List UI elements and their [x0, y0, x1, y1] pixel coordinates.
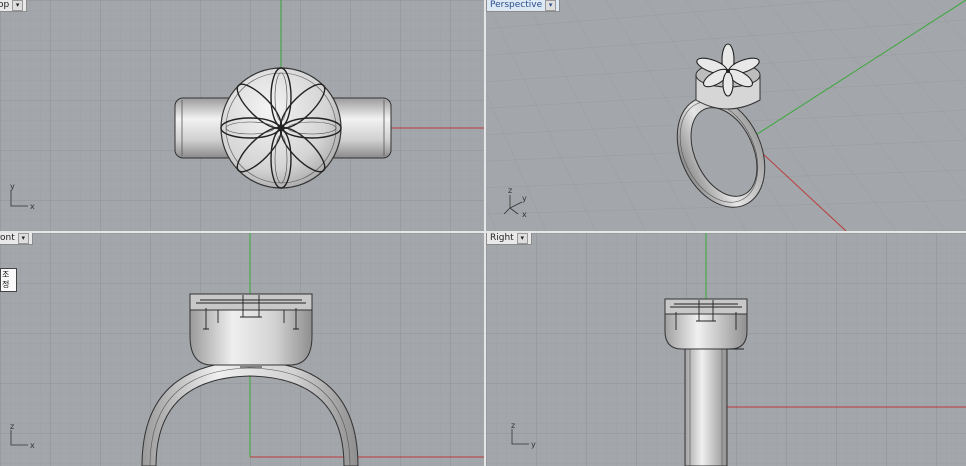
tooltip-popup: 조정 조정 — [0, 268, 17, 292]
viewport-front[interactable]: z x Front▾ — [0, 233, 484, 466]
axis-label-y: y — [10, 182, 15, 191]
viewport-right[interactable]: z y Right ▾ — [486, 233, 966, 466]
axis-label-y: y — [531, 440, 536, 449]
axis-triad-perspective — [503, 195, 523, 215]
axis-label-x: x — [30, 441, 35, 450]
front-view-canvas: z x — [0, 233, 484, 466]
right-view-canvas: z y — [486, 233, 966, 466]
ring-perspective-model — [676, 43, 766, 208]
axis-label-x: x — [30, 202, 35, 211]
top-view-canvas: y x — [0, 0, 484, 231]
perspective-view-canvas: z y x — [486, 0, 966, 231]
axis-label-z: z — [508, 186, 512, 195]
viewport-menu-arrow[interactable]: ▾ — [17, 233, 29, 244]
axis-label-z: z — [10, 422, 14, 431]
viewport-menu-arrow[interactable]: ▾ — [12, 0, 24, 11]
viewport-top[interactable]: y x Top▾ — [0, 0, 484, 231]
viewport-title-front[interactable]: Front▾ — [0, 233, 33, 245]
viewport-perspective[interactable]: z y x Perspective ▾ — [486, 0, 966, 231]
viewport-title-perspective[interactable]: Perspective ▾ — [486, 0, 561, 12]
viewport-title-top[interactable]: Top▾ — [0, 0, 28, 12]
axis-label-z: z — [511, 421, 515, 430]
axis-label-x: x — [522, 210, 527, 219]
viewport-title-right[interactable]: Right ▾ — [486, 233, 532, 245]
axis-label-y: y — [522, 194, 527, 203]
viewport-menu-arrow[interactable]: ▾ — [516, 233, 528, 244]
y-axis-line — [747, 0, 966, 141]
viewport-menu-arrow[interactable]: ▾ — [545, 0, 557, 11]
